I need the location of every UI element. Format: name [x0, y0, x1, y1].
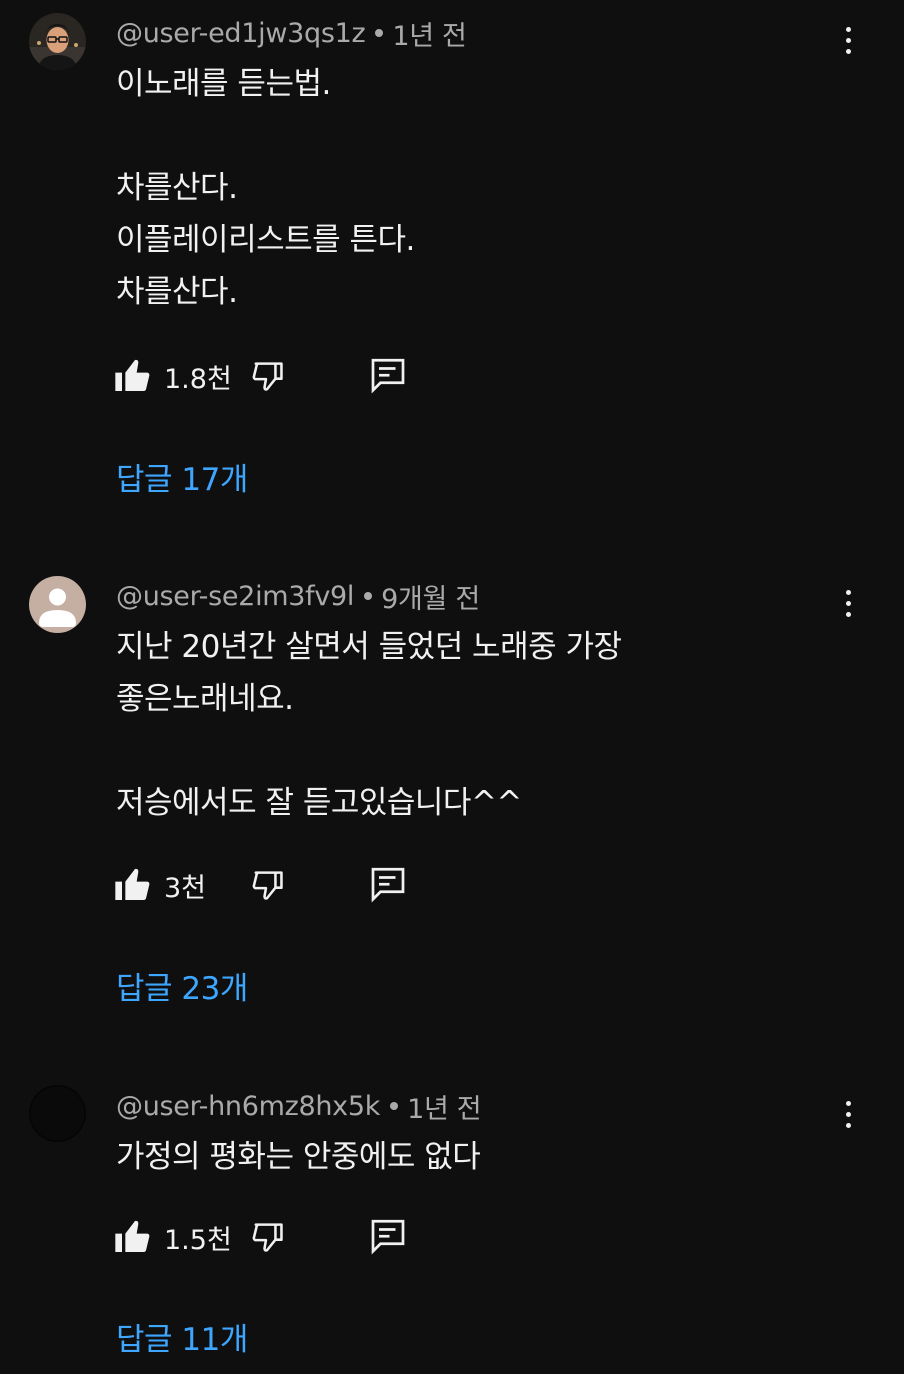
timestamp: 1년 전 — [407, 1093, 482, 1125]
thumbs-down-icon — [252, 362, 283, 391]
comment-text: 가정의 평화는 안중에도 없다 — [116, 1139, 481, 1175]
avatar[interactable] — [29, 576, 86, 633]
separator-dot — [375, 29, 384, 37]
dislike-button[interactable] — [246, 1213, 290, 1261]
author-name[interactable]: @user-hn6mz8hx5k — [116, 1091, 380, 1122]
like-button[interactable]: 1.8천 — [112, 352, 232, 400]
comment-header: @user-ed1jw3qs1z 1년 전 — [116, 16, 467, 52]
user-photo-icon — [29, 13, 86, 70]
view-replies-link[interactable]: 답글 23개 — [116, 967, 248, 1011]
separator-dot — [364, 592, 373, 600]
more-options-button[interactable] — [828, 18, 868, 62]
thumbs-down-icon — [252, 1223, 283, 1252]
timestamp: 9개월 전 — [381, 583, 480, 615]
default-user-icon — [29, 576, 86, 633]
like-count: 1.8천 — [164, 363, 232, 395]
like-button[interactable]: 3천 — [112, 861, 206, 909]
more-vertical-icon — [845, 26, 851, 32]
thumbs-up-icon — [115, 359, 150, 391]
view-replies-link[interactable]: 답글 11개 — [116, 1318, 248, 1362]
comment-reply-icon — [371, 867, 405, 903]
dislike-button[interactable] — [246, 861, 290, 909]
comment-text: 지난 20년간 살면서 들었던 노래중 가장 좋은노래네요. 저승에서도 잘 듣… — [116, 629, 622, 821]
more-vertical-icon — [845, 1100, 851, 1106]
reply-button[interactable] — [366, 352, 410, 400]
comment-actions: 1.5천 — [112, 1213, 432, 1261]
thumbs-down-icon — [252, 871, 283, 900]
more-options-button[interactable] — [828, 1092, 868, 1136]
avatar[interactable] — [29, 1085, 86, 1142]
thumbs-up-icon — [115, 1220, 150, 1252]
comment-header: @user-hn6mz8hx5k 1년 전 — [116, 1089, 482, 1125]
view-replies-link[interactable]: 답글 17개 — [116, 458, 248, 502]
thumbs-up-icon — [115, 868, 150, 900]
comment-text: 이노래를 듣는법. 차를산다. 이플레이리스트를 튼다. 차를산다. — [116, 66, 415, 310]
comment-actions: 3천 — [112, 861, 432, 909]
more-vertical-icon — [845, 589, 851, 595]
author-name[interactable]: @user-se2im3fv9l — [116, 581, 354, 612]
avatar[interactable] — [29, 13, 86, 70]
comment-reply-icon — [371, 358, 405, 394]
more-options-button[interactable] — [828, 581, 868, 625]
like-count: 3천 — [164, 872, 207, 904]
author-name[interactable]: @user-ed1jw3qs1z — [116, 18, 366, 49]
like-count: 1.5천 — [164, 1224, 232, 1256]
timestamp: 1년 전 — [392, 20, 467, 52]
like-button[interactable]: 1.5천 — [112, 1213, 232, 1261]
separator-dot — [390, 1102, 399, 1110]
dislike-button[interactable] — [246, 352, 290, 400]
comment-header: @user-se2im3fv9l 9개월 전 — [116, 579, 480, 615]
comment-reply-icon — [371, 1219, 405, 1255]
dark-user-icon — [29, 1085, 86, 1142]
comment-actions: 1.8천 — [112, 352, 432, 400]
reply-button[interactable] — [366, 1213, 410, 1261]
reply-button[interactable] — [366, 861, 410, 909]
